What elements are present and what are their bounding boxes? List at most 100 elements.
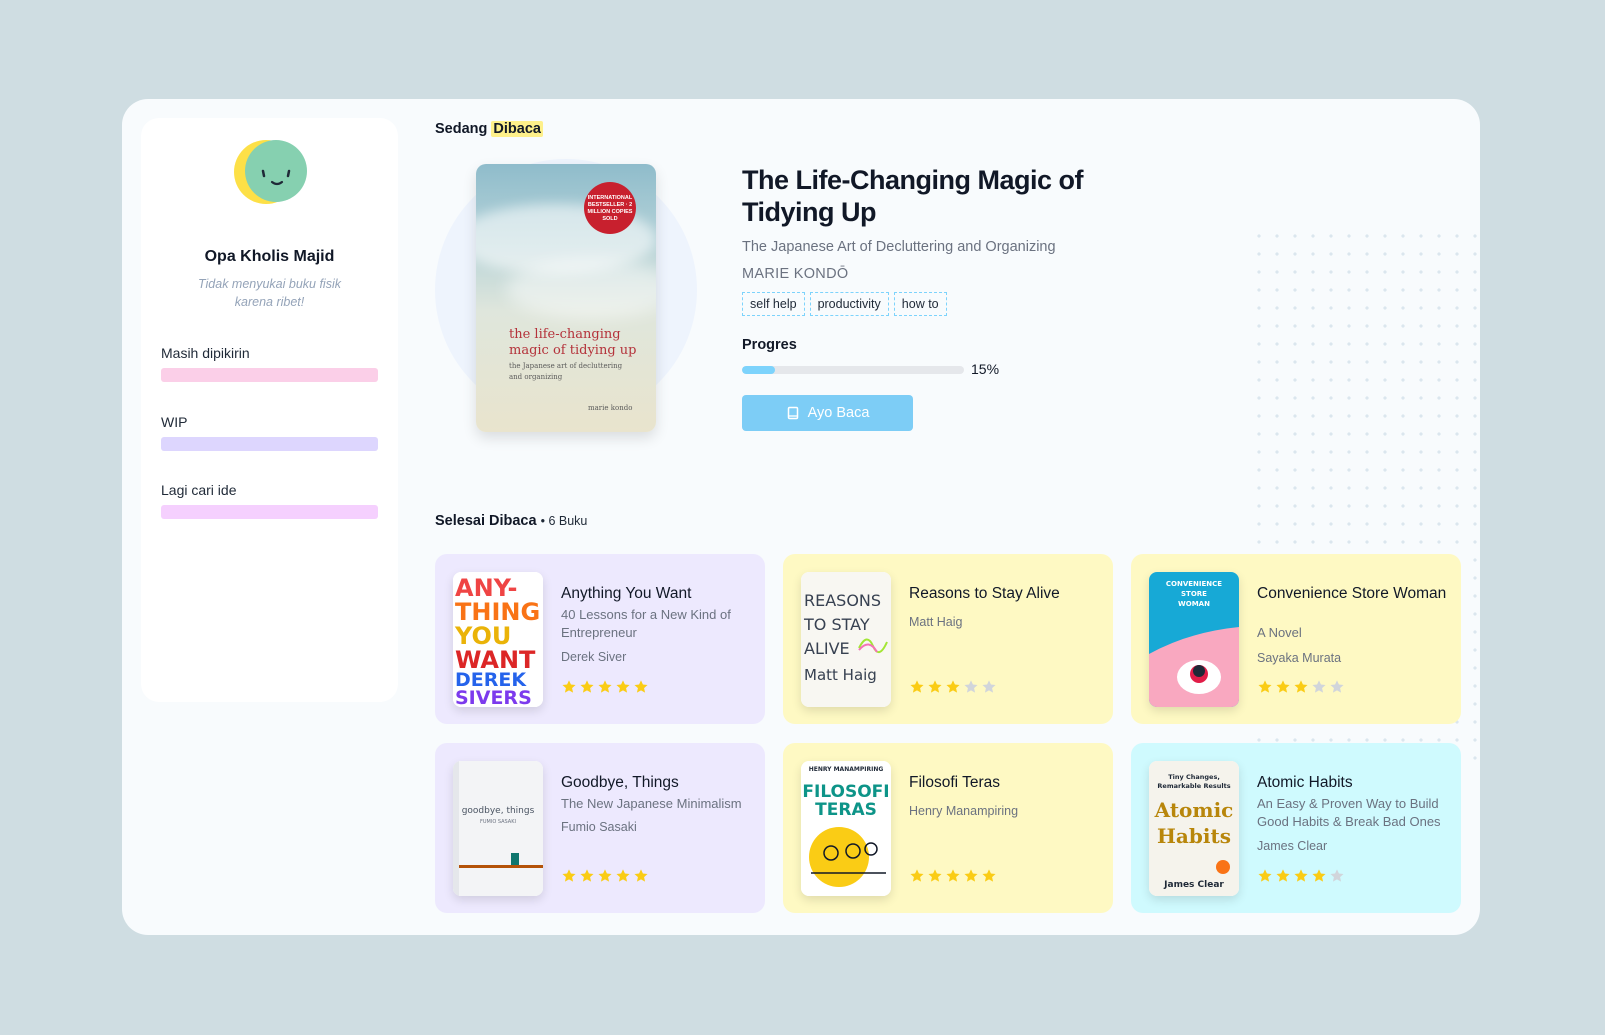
star-empty-icon [964, 680, 978, 693]
star-filled-icon [616, 869, 630, 882]
read-button[interactable]: Ayo Baca [742, 395, 913, 431]
book-author: Derek Siver [561, 650, 627, 664]
book-cover: Tiny Changes, Remarkable Results Atomic … [1149, 761, 1239, 896]
svg-text:James Clear: James Clear [1163, 880, 1224, 890]
star-filled-icon [928, 680, 942, 693]
book-icon [787, 406, 798, 420]
rating-stars [1257, 679, 1345, 695]
book-subtitle: 40 Lessons for a New Kind of Entrepreneu… [561, 607, 731, 640]
book-author: Matt Haig [909, 615, 963, 629]
star-filled-icon [1312, 869, 1326, 882]
book-card-goodbye-things[interactable]: goodbye, things FUMIO SASAKI Goodbye, Th… [435, 743, 765, 913]
svg-text:TERAS: TERAS [815, 800, 877, 820]
book-title: Reasons to Stay Alive [909, 585, 1060, 602]
current-book-title: The Life-Changing Magic of Tidying Up [742, 165, 1083, 227]
book-author: Sayaka Murata [1257, 651, 1342, 665]
star-empty-icon [1312, 680, 1326, 693]
heading-prefix: Sedang [435, 121, 488, 137]
star-filled-icon [946, 869, 960, 882]
svg-text:Atomic: Atomic [1154, 798, 1234, 822]
book-card-reasons-to-stay-alive[interactable]: REASONS TO STAY ALIVE Matt Haig Reasons … [783, 554, 1113, 724]
svg-text:FILOSOFI: FILOSOFI [802, 782, 889, 802]
star-filled-icon [616, 680, 630, 693]
star-filled-icon [634, 680, 648, 693]
star-filled-icon [598, 680, 612, 693]
profile-bio: Tidak menyukai buku fisik karena ribet! [197, 277, 341, 309]
progress-label: Progres [742, 337, 797, 353]
finished-heading: Selesai Dibaca • 6 Buku [435, 513, 587, 529]
book-cover: ANY- THING YOU WANT DEREK SIVERS [453, 572, 543, 707]
todo-bar [161, 368, 378, 382]
book-title: Convenience Store Woman [1257, 585, 1447, 602]
svg-text:ALIVE: ALIVE [804, 639, 850, 658]
progress-fill [742, 366, 776, 374]
heading-highlight: Dibaca [491, 121, 543, 137]
book-card-convenience-store-woman[interactable]: CONVENIENCE STORE WOMAN Convenience Stor… [1131, 554, 1461, 724]
star-filled-icon [1276, 680, 1290, 693]
todo-label: WIP [161, 414, 188, 430]
svg-text:WOMAN: WOMAN [1178, 600, 1210, 608]
book-card-anything-you-want[interactable]: ANY- THING YOU WANT DEREK SIVERS Anythin… [435, 554, 765, 724]
todo-list-masih-dipikirin[interactable]: Masih dipikirin [161, 345, 378, 382]
cover-title: the life-changing magic of tidying up [509, 327, 637, 358]
book-author: Henry Manampiring [909, 804, 1019, 818]
book-subtitle: A Novel [1257, 625, 1302, 640]
star-filled-icon [982, 869, 996, 882]
svg-text:goodbye, things: goodbye, things [462, 806, 535, 816]
read-button-label: Ayo Baca [807, 405, 870, 421]
book-title: Atomic Habits [1257, 774, 1353, 791]
todo-label: Masih dipikirin [161, 345, 250, 361]
todo-list-lagi-cari-ide[interactable]: Lagi cari ide [161, 482, 378, 519]
sidebar: Opa Kholis Majid Tidak menyukai buku fis… [141, 118, 398, 702]
star-filled-icon [634, 869, 648, 882]
star-empty-icon [1330, 680, 1344, 693]
progress-percent: 15% [971, 361, 1000, 377]
book-author: Fumio Sasaki [561, 820, 637, 834]
book-subtitle: An Easy & Proven Way to Build Good Habit… [1257, 796, 1441, 829]
book-card-filosofi-teras[interactable]: HENRY MANAMPIRING FILOSOFI TERAS Filosof… [783, 743, 1113, 913]
star-filled-icon [928, 869, 942, 882]
avatar[interactable] [233, 135, 307, 209]
book-title: Filosofi Teras [909, 774, 1001, 791]
svg-text:Tiny Changes,: Tiny Changes, [1168, 773, 1220, 781]
rating-stars [909, 679, 997, 695]
book-cover: goodbye, things FUMIO SASAKI [453, 761, 543, 896]
cover-author: marie kondo [588, 404, 633, 412]
todo-bar [161, 505, 378, 519]
progress-bar [742, 366, 964, 374]
book-author: James Clear [1257, 839, 1328, 853]
book-title: Goodbye, Things [561, 774, 679, 791]
todo-list-wip[interactable]: WIP [161, 414, 378, 451]
finished-count: • 6 Buku [540, 514, 588, 528]
app-window: Opa Kholis Majid Tidak menyukai buku fis… [122, 99, 1480, 935]
svg-text:REASONS: REASONS [804, 591, 881, 610]
svg-text:Habits: Habits [1157, 824, 1231, 848]
rating-stars [561, 679, 649, 695]
svg-text:Remarkable Results: Remarkable Results [1157, 782, 1230, 790]
cover-subtitle: the Japanese art of decluttering and org… [509, 362, 623, 381]
book-cover: CONVENIENCE STORE WOMAN [1149, 572, 1239, 707]
tag-list: self help productivity how to [742, 292, 947, 316]
star-filled-icon [964, 869, 978, 882]
star-filled-icon [1294, 680, 1308, 693]
tag-productivity[interactable]: productivity [809, 292, 889, 316]
svg-text:CONVENIENCE: CONVENIENCE [1166, 580, 1222, 588]
current-book-cover[interactable]: INTERNATIONAL BESTSELLER · 2 MILLION COP… [476, 164, 656, 432]
todo-bar [161, 437, 378, 451]
star-filled-icon [1258, 680, 1272, 693]
todo-label: Lagi cari ide [161, 482, 237, 498]
star-empty-icon [982, 680, 996, 693]
finished-title: Selesai Dibaca [435, 513, 537, 529]
book-title: Anything You Want [561, 585, 692, 602]
tag-self-help[interactable]: self help [742, 292, 805, 316]
book-cover: HENRY MANAMPIRING FILOSOFI TERAS [801, 761, 891, 896]
rating-stars [909, 868, 997, 884]
svg-text:Matt Haig: Matt Haig [804, 666, 877, 684]
svg-text:TO STAY: TO STAY [803, 615, 870, 634]
star-filled-icon [598, 869, 612, 882]
cover-cloud [506, 259, 656, 319]
tag-how-to[interactable]: how to [893, 292, 947, 316]
book-card-atomic-habits[interactable]: Tiny Changes, Remarkable Results Atomic … [1131, 743, 1461, 913]
book-subtitle: The New Japanese Minimalism [561, 796, 742, 811]
current-reading-heading: Sedang Dibaca [435, 121, 543, 137]
